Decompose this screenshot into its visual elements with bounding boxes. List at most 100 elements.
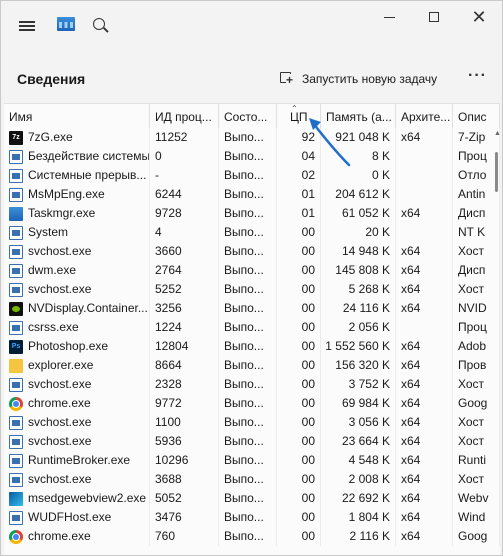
cell-cpu: 00 <box>277 470 321 489</box>
column-header-1[interactable]: ИД проц... <box>150 104 219 128</box>
cell-cpu: 00 <box>277 318 321 337</box>
table-row[interactable]: Бездействие системы 0 Выпо... 04 8 K Проц <box>4 147 500 166</box>
process-chrome-icon <box>9 396 23 411</box>
process-name: chrome.exe <box>28 529 91 543</box>
table-row[interactable]: NVDisplay.Container... 3256 Выпо... 00 24 11… <box>4 299 500 318</box>
column-header-6[interactable]: Опис <box>453 104 500 128</box>
cell-arch: x64 <box>396 394 453 413</box>
cell-pid: 5052 <box>150 489 219 508</box>
close-button[interactable]: ✕ <box>456 1 502 33</box>
process-7z-icon: 7z <box>9 130 23 145</box>
page-title: Сведения <box>17 71 86 87</box>
cell-status: Выпо... <box>219 280 277 299</box>
cell-desc: Runti <box>453 451 500 470</box>
process-win-icon <box>9 453 23 468</box>
cell-name: svchost.exe <box>4 413 150 432</box>
cell-name: svchost.exe <box>4 242 150 261</box>
cell-status: Выпо... <box>219 394 277 413</box>
hamburger-icon[interactable] <box>13 1 41 51</box>
cell-name: MsMpEng.exe <box>4 185 150 204</box>
cell-desc: Проц <box>453 318 500 337</box>
cell-status: Выпо... <box>219 527 277 546</box>
cell-arch: x64 <box>396 451 453 470</box>
cell-status: Выпо... <box>219 166 277 185</box>
cell-mem: 204 612 K <box>321 185 396 204</box>
minimize-button[interactable] <box>366 1 412 33</box>
cell-mem: 14 948 K <box>321 242 396 261</box>
cell-pid: - <box>150 166 219 185</box>
column-header-2[interactable]: Состо... <box>219 104 277 128</box>
column-header-5[interactable]: Архите... <box>396 104 453 128</box>
column-header-3[interactable]: ЦП ⌃ <box>277 104 321 128</box>
run-new-task-button[interactable]: Запустить новую задачу <box>280 67 437 91</box>
process-chrome-icon <box>9 529 23 544</box>
cell-arch: x64 <box>396 337 453 356</box>
cell-desc: Webv <box>453 489 500 508</box>
cell-pid: 5936 <box>150 432 219 451</box>
search-icon[interactable] <box>93 18 105 30</box>
process-name: svchost.exe <box>28 377 92 391</box>
column-header-0[interactable]: Имя <box>4 104 150 128</box>
process-win-icon <box>9 510 23 525</box>
cell-name: chrome.exe <box>4 394 150 413</box>
cell-desc: Хост <box>453 432 500 451</box>
cell-cpu: 00 <box>277 299 321 318</box>
more-options-icon[interactable]: ··· <box>468 67 487 85</box>
cell-desc: Goog <box>453 527 500 546</box>
task-manager-icon <box>57 17 75 31</box>
cell-desc: Хост <box>453 280 500 299</box>
process-win-icon <box>9 434 23 449</box>
table-row[interactable]: MsMpEng.exe 6244 Выпо... 01 204 612 K Antin <box>4 185 500 204</box>
cell-cpu: 00 <box>277 375 321 394</box>
table-row[interactable]: Taskmgr.exe 9728 Выпо... 01 61 052 Kx64 Дисп <box>4 204 500 223</box>
table-row[interactable]: svchost.exe 5252 Выпо... 00 5 268 Kx64 Хост <box>4 280 500 299</box>
table-row[interactable]: Системные прерыв... - Выпо... 02 0 K Отло <box>4 166 500 185</box>
cell-mem: 4 548 K <box>321 451 396 470</box>
cell-mem: 3 752 K <box>321 375 396 394</box>
table-row[interactable]: RuntimeBroker.exe 10296 Выпо... 00 4 548 Kx6… <box>4 451 500 470</box>
maximize-button[interactable] <box>411 1 457 33</box>
process-win-icon <box>9 244 23 259</box>
cell-name: Ps Photoshop.exe <box>4 337 150 356</box>
cell-arch: x64 <box>396 261 453 280</box>
table-row[interactable]: csrss.exe 1224 Выпо... 00 2 056 K Проц <box>4 318 500 337</box>
table-row[interactable]: msedgewebview2.exe 5052 Выпо... 00 22 692 Kx… <box>4 489 500 508</box>
command-bar: Сведения Запустить новую задачу ··· <box>1 57 502 101</box>
cell-status: Выпо... <box>219 318 277 337</box>
cell-status: Выпо... <box>219 204 277 223</box>
cell-pid: 3688 <box>150 470 219 489</box>
table-row[interactable]: chrome.exe 760 Выпо... 00 2 116 Kx64 Goog <box>4 527 500 546</box>
table-row[interactable]: svchost.exe 2328 Выпо... 00 3 752 Kx64 Хост <box>4 375 500 394</box>
maximize-icon <box>429 12 439 22</box>
table-row[interactable]: WUDFHost.exe 3476 Выпо... 00 1 804 Kx64 Wind <box>4 508 500 527</box>
column-header-4[interactable]: Память (а... <box>321 104 396 128</box>
table-row[interactable]: svchost.exe 3660 Выпо... 00 14 948 Kx64 Хост <box>4 242 500 261</box>
scroll-up-icon[interactable]: ▲ <box>494 130 500 137</box>
cell-mem: 2 056 K <box>321 318 396 337</box>
cell-name: System <box>4 223 150 242</box>
table-body: 7z 7zG.exe 11252 Выпо... 92 921 048 Kx64 7-Zip… <box>4 128 500 546</box>
cell-name: Системные прерыв... <box>4 166 150 185</box>
table-row[interactable]: svchost.exe 1100 Выпо... 00 3 056 Kx64 Хост <box>4 413 500 432</box>
process-win-icon <box>9 472 23 487</box>
table-row[interactable]: 7z 7zG.exe 11252 Выпо... 92 921 048 Kx64 7-Zip <box>4 128 500 147</box>
table-row[interactable]: System 4 Выпо... 00 20 K NT K <box>4 223 500 242</box>
table-row[interactable]: chrome.exe 9772 Выпо... 00 69 984 Kx64 Goog <box>4 394 500 413</box>
cell-mem: 22 692 K <box>321 489 396 508</box>
cell-cpu: 01 <box>277 204 321 223</box>
cell-cpu: 00 <box>277 489 321 508</box>
table-row[interactable]: dwm.exe 2764 Выпо... 00 145 808 Kx64 Дисп <box>4 261 500 280</box>
cell-desc: 7-Zip <box>453 128 500 147</box>
cell-name: chrome.exe <box>4 527 150 546</box>
scrollbar-thumb[interactable] <box>495 152 498 192</box>
cell-mem: 2 008 K <box>321 470 396 489</box>
run-new-task-label: Запустить новую задачу <box>302 72 438 86</box>
table-row[interactable]: svchost.exe 3688 Выпо... 00 2 008 Kx64 Хост <box>4 470 500 489</box>
cell-cpu: 01 <box>277 185 321 204</box>
process-name: MsMpEng.exe <box>28 187 105 201</box>
details-table: Имя ИД проц... Состо... ЦП ⌃ Память (а... Архи… <box>4 103 500 555</box>
table-row[interactable]: Ps Photoshop.exe 12804 Выпо... 00 1 552 560 K… <box>4 337 500 356</box>
table-row[interactable]: svchost.exe 5936 Выпо... 00 23 664 Kx64 Хост <box>4 432 500 451</box>
table-row[interactable]: explorer.exe 8664 Выпо... 00 156 320 Kx64 Про… <box>4 356 500 375</box>
cell-pid: 0 <box>150 147 219 166</box>
